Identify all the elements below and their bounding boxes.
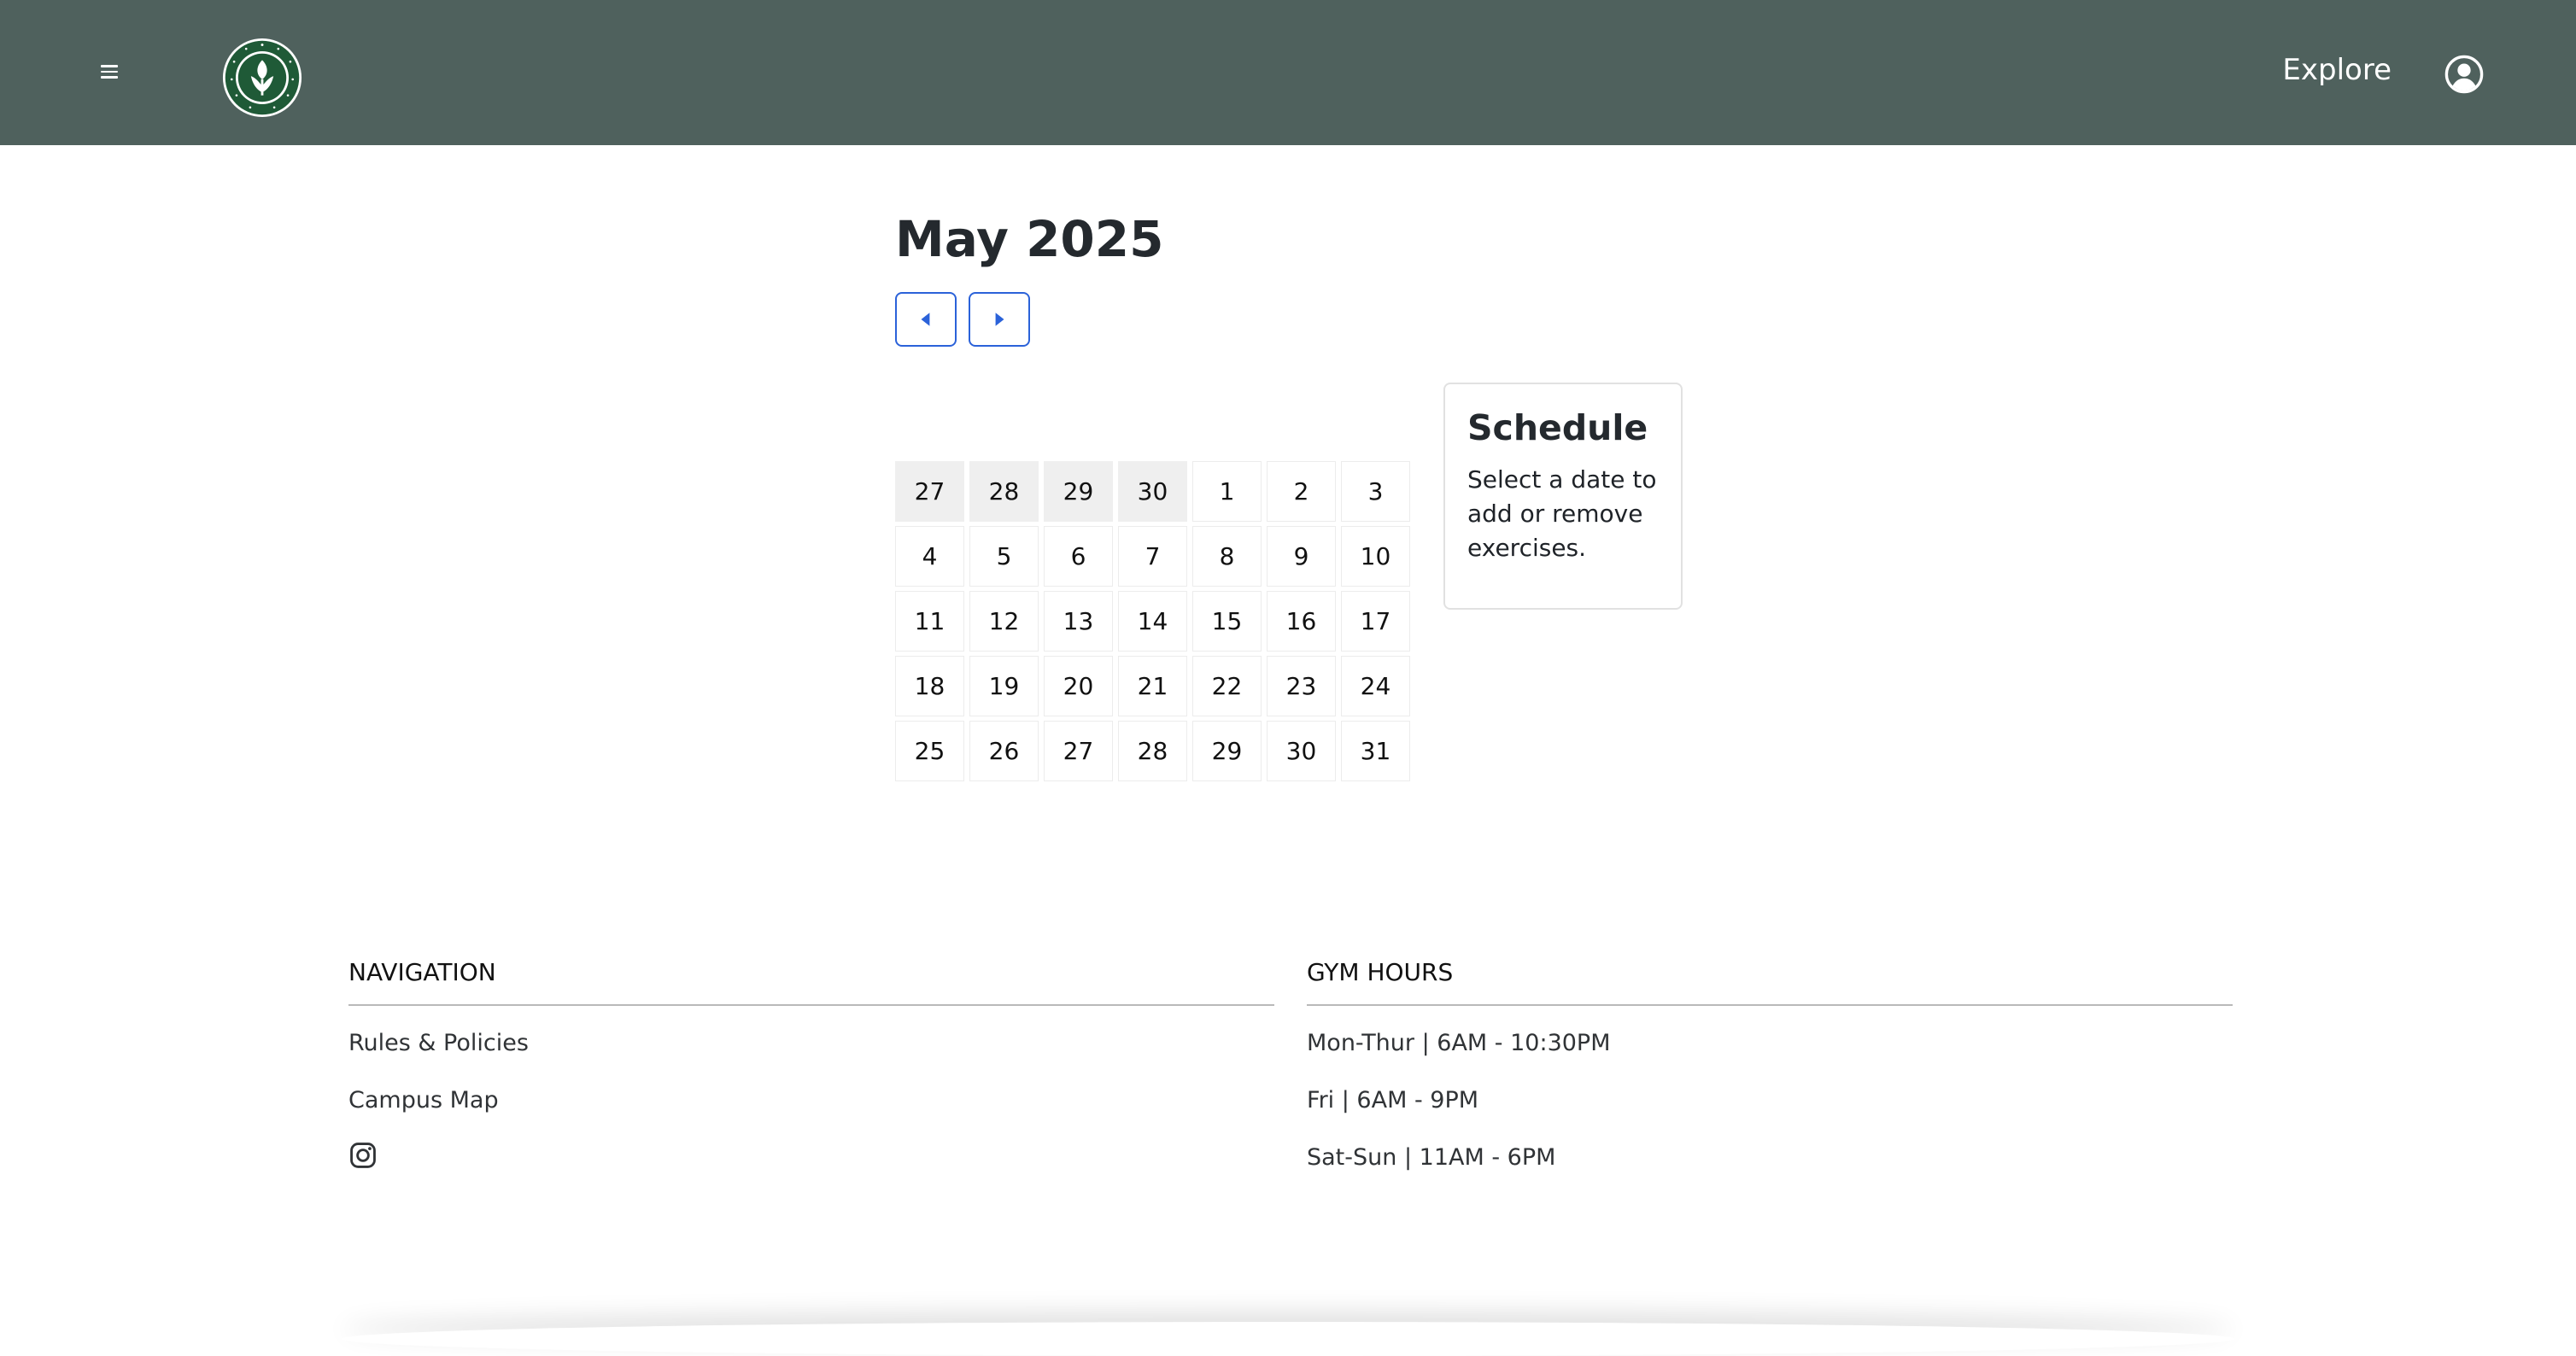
footer-divider <box>1307 1004 2233 1006</box>
calendar-day-cell[interactable]: 27 <box>1044 721 1113 781</box>
previous-month-button[interactable] <box>895 292 957 347</box>
calendar-day-cell[interactable]: 12 <box>969 591 1039 652</box>
hours-friday: Fri | 6AM - 9PM <box>1307 1087 1479 1113</box>
next-month-button[interactable] <box>969 292 1030 347</box>
calendar-day-cell[interactable]: 2 <box>1267 461 1336 522</box>
calendar-day-cell[interactable]: 11 <box>895 591 964 652</box>
schedule-title: Schedule <box>1467 407 1648 448</box>
calendar-day-cell[interactable]: 14 <box>1118 591 1187 652</box>
calendar-day-cell[interactable]: 27 <box>895 461 964 522</box>
calendar-day-cell[interactable]: 5 <box>969 526 1039 587</box>
footer-gym-hours: GYM HOURS Mon-Thur | 6AM - 10:30PM Fri |… <box>1307 953 2233 1198</box>
footer-divider <box>348 1004 1274 1006</box>
rules-policies-link[interactable]: Rules & Policies <box>348 1026 1274 1061</box>
footer-navigation-heading: NAVIGATION <box>348 958 496 986</box>
calendar-day-cell[interactable]: 23 <box>1267 656 1336 716</box>
calendar-day-cell[interactable]: 7 <box>1118 526 1187 587</box>
calendar-day-cell[interactable]: 28 <box>1118 721 1187 781</box>
explore-link[interactable]: Explore <box>2282 53 2392 87</box>
calendar-day-cell[interactable]: 8 <box>1192 526 1262 587</box>
calendar-day-cell[interactable]: 29 <box>1044 461 1113 522</box>
caret-right-icon <box>995 313 1004 326</box>
hours-weekdays: Mon-Thur | 6AM - 10:30PM <box>1307 1030 1611 1056</box>
calendar-day-cell[interactable]: 19 <box>969 656 1039 716</box>
university-seal-logo[interactable] <box>222 38 302 118</box>
calendar-day-cell[interactable]: 28 <box>969 461 1039 522</box>
calendar-day-cell[interactable]: 20 <box>1044 656 1113 716</box>
footer-gym-hours-heading: GYM HOURS <box>1307 958 1454 986</box>
calendar-grid: 27 28 29 30 1 2 3 4 5 6 7 8 9 10 11 12 13 14 15 16 17 18 19 20 2… <box>895 461 1413 781</box>
calendar-day-cell[interactable]: 30 <box>1118 461 1187 522</box>
calendar-day-cell[interactable]: 10 <box>1341 526 1410 587</box>
menu-icon[interactable] <box>101 65 118 79</box>
calendar-day-cell[interactable]: 15 <box>1192 591 1262 652</box>
calendar-day-cell[interactable]: 3 <box>1341 461 1410 522</box>
hours-weekend: Sat-Sun | 11AM - 6PM <box>1307 1144 1556 1171</box>
top-navbar: Explore <box>0 0 2576 145</box>
calendar-day-cell[interactable]: 17 <box>1341 591 1410 652</box>
caret-left-icon <box>921 313 930 326</box>
calendar-day-cell[interactable]: 6 <box>1044 526 1113 587</box>
calendar-day-cell[interactable]: 16 <box>1267 591 1336 652</box>
calendar-day-cell[interactable]: 13 <box>1044 591 1113 652</box>
calendar-day-cell[interactable]: 31 <box>1341 721 1410 781</box>
calendar-day-cell[interactable]: 1 <box>1192 461 1262 522</box>
instagram-icon[interactable] <box>348 1141 378 1170</box>
calendar-day-cell[interactable]: 21 <box>1118 656 1187 716</box>
campus-map-link[interactable]: Campus Map <box>348 1084 1274 1118</box>
calendar-day-cell[interactable]: 4 <box>895 526 964 587</box>
calendar-day-cell[interactable]: 29 <box>1192 721 1262 781</box>
calendar-day-cell[interactable]: 22 <box>1192 656 1262 716</box>
calendar-day-cell[interactable]: 18 <box>895 656 964 716</box>
bottom-shadow <box>342 1322 2234 1356</box>
calendar-day-cell[interactable]: 26 <box>969 721 1039 781</box>
calendar-month-title: May 2025 <box>895 210 1164 268</box>
calendar-day-cell[interactable]: 30 <box>1267 721 1336 781</box>
footer-navigation: NAVIGATION Rules & Policies Campus Map <box>348 953 1274 1170</box>
user-circle-icon[interactable] <box>2444 55 2484 94</box>
calendar-day-cell[interactable]: 25 <box>895 721 964 781</box>
calendar-day-cell[interactable]: 9 <box>1267 526 1336 587</box>
schedule-card: Schedule Select a date to add or remove … <box>1443 383 1683 610</box>
calendar-day-cell[interactable]: 24 <box>1341 656 1410 716</box>
schedule-description: Select a date to add or remove exercises… <box>1467 465 1657 562</box>
